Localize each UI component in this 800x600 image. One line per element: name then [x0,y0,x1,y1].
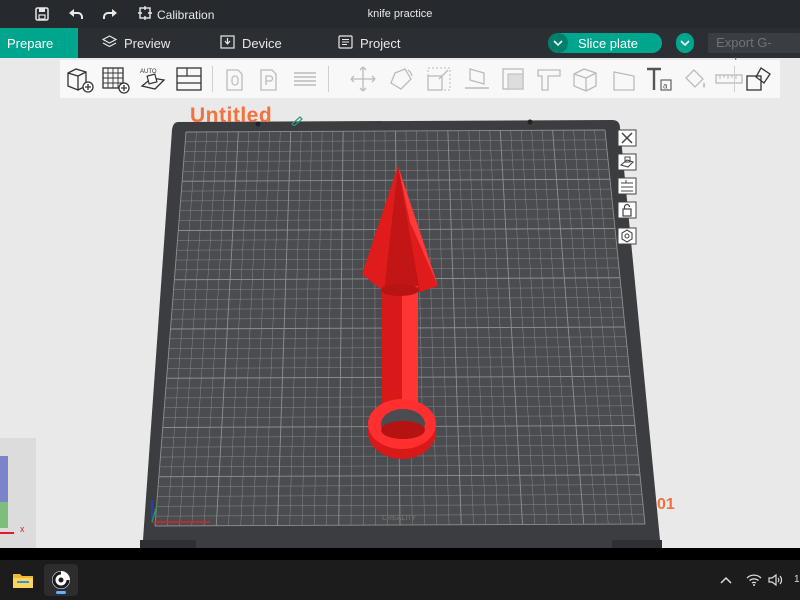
build-plate-scene[interactable]: CREALITY [0,0,800,600]
wifi-icon[interactable] [744,570,764,590]
clock-fragment: 1 [794,574,800,585]
x-axis-mark [0,532,14,534]
arrange-plate-icon[interactable] [616,176,638,196]
plate-number: 01 [657,496,675,513]
plate-notch [527,119,533,125]
file-explorer-icon[interactable] [6,564,40,596]
plate-name[interactable]: Untitled [190,104,272,128]
chevron-up-icon[interactable] [716,570,736,590]
plate-foot [140,540,196,548]
settings-icon[interactable] [616,226,638,246]
volume-icon[interactable] [766,570,786,590]
view-orientation-panel: x [0,438,36,548]
creality-print-icon[interactable] [44,564,78,596]
edit-name-icon[interactable] [290,113,304,131]
taskbar: 1 [0,560,800,600]
plate-foot [612,540,662,548]
x-axis-label: x [20,524,25,534]
active-indicator [56,591,66,594]
z-face [0,456,8,502]
y-face [0,502,8,528]
lock-icon[interactable] [616,200,638,220]
screen-gap [0,548,800,560]
orient-plate-icon[interactable] [616,152,638,172]
plate-brand-label: CREALITY [382,515,417,522]
close-icon[interactable] [616,128,638,148]
